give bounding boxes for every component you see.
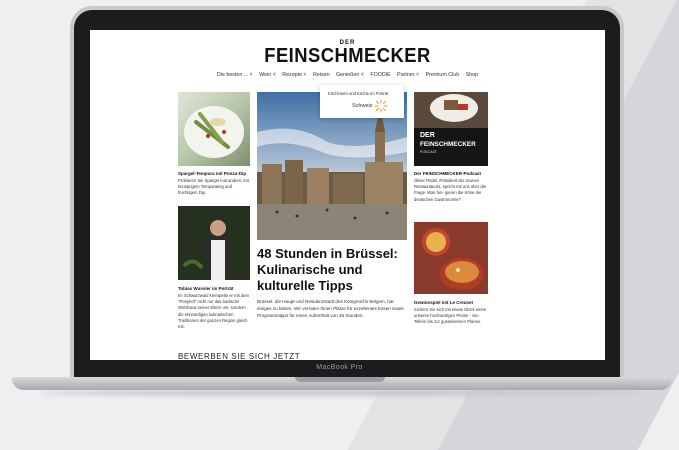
nav-item-best[interactable]: Die besten ... ˅ xyxy=(217,72,253,78)
spargel-plate-illustration xyxy=(184,106,244,158)
article-lecreuset-body: Sichern Sie sich mit etwas Glück einen u… xyxy=(414,307,487,325)
podcast-der-label: DER xyxy=(420,132,435,139)
logo-main-text: FEINSCHMECKER xyxy=(264,45,431,67)
nav-item-wine[interactable]: Wein ˅ xyxy=(259,72,276,78)
site-logo[interactable]: DER FEINSCHMECKER xyxy=(90,40,605,68)
article-spargel-body: Probieren Sie Spargel mal anders: mit kn… xyxy=(178,178,249,196)
device-label: MacBook Pro xyxy=(316,364,363,371)
dropdown-item-chefs[interactable]: Köchinnen und Köche im Porträt xyxy=(328,91,388,96)
chef-illustration xyxy=(178,206,250,280)
laptop-screen: DER FEINSCHMECKER Die besten ... ˅ Wein … xyxy=(90,30,605,360)
podcast-tag-label: PODCAST xyxy=(420,150,437,154)
hero-article-title[interactable]: 48 Stunden in Brüssel: Kulinarische und … xyxy=(257,246,407,294)
apply-now-heading: BEWERBEN SIE SICH JETZT xyxy=(178,352,301,360)
le-creuset-image[interactable] xyxy=(414,222,488,294)
article-chef-body: Im Schwarzwald krempelte er mit dem "Pon… xyxy=(178,293,249,330)
genießen-dropdown-menu: Köchinnen und Köche im Porträt Schweiz xyxy=(320,85,404,118)
podcast-name-label: FEINSCHMECKER xyxy=(420,141,476,148)
chef-portrait-image[interactable] xyxy=(178,206,250,280)
hero-article-body: Brüssel, die Haupt-und Residenzstadt des… xyxy=(257,299,404,318)
nav-item-recipes[interactable]: Rezepte ˅ xyxy=(282,72,306,78)
le-creuset-pot-illustration xyxy=(414,222,488,294)
laptop-shadow xyxy=(40,390,640,396)
article-lecreuset-title[interactable]: Gewinnspiel mit Le Creuset xyxy=(414,300,490,305)
nav-item-travel[interactable]: Reisen xyxy=(313,72,330,78)
podcast-food-illustration xyxy=(414,92,488,166)
article-podcast-body: Oliver Rödel, Präsident der Jeunes Resta… xyxy=(414,178,486,202)
spargel-image[interactable] xyxy=(178,92,250,166)
article-podcast-title[interactable]: Der FEINSCHMECKER-Podcast xyxy=(414,171,490,176)
article-chef-title[interactable]: Tobias Wussler im Porträt xyxy=(178,286,252,291)
nav-item-premium[interactable]: Premium Club xyxy=(426,72,460,78)
click-cursor-icon xyxy=(374,99,388,113)
main-nav: Die besten ... ˅ Wein ˅ Rezepte ˅ Reisen… xyxy=(90,72,605,78)
podcast-image[interactable]: DER FEINSCHMECKER PODCAST xyxy=(414,92,488,166)
laptop-notch xyxy=(295,377,385,382)
article-spargel-title[interactable]: Spargel-Tempura mit Ponzu-Dip xyxy=(178,171,252,176)
nav-item-foodie[interactable]: FOODIE xyxy=(370,72,390,78)
nav-item-partner[interactable]: Partner ˅ xyxy=(397,72,419,78)
nav-item-enjoy[interactable]: Genießen ˅ xyxy=(336,72,364,78)
dropdown-item-schweiz[interactable]: Schweiz xyxy=(352,103,372,109)
nav-item-shop[interactable]: Shop xyxy=(466,72,478,78)
